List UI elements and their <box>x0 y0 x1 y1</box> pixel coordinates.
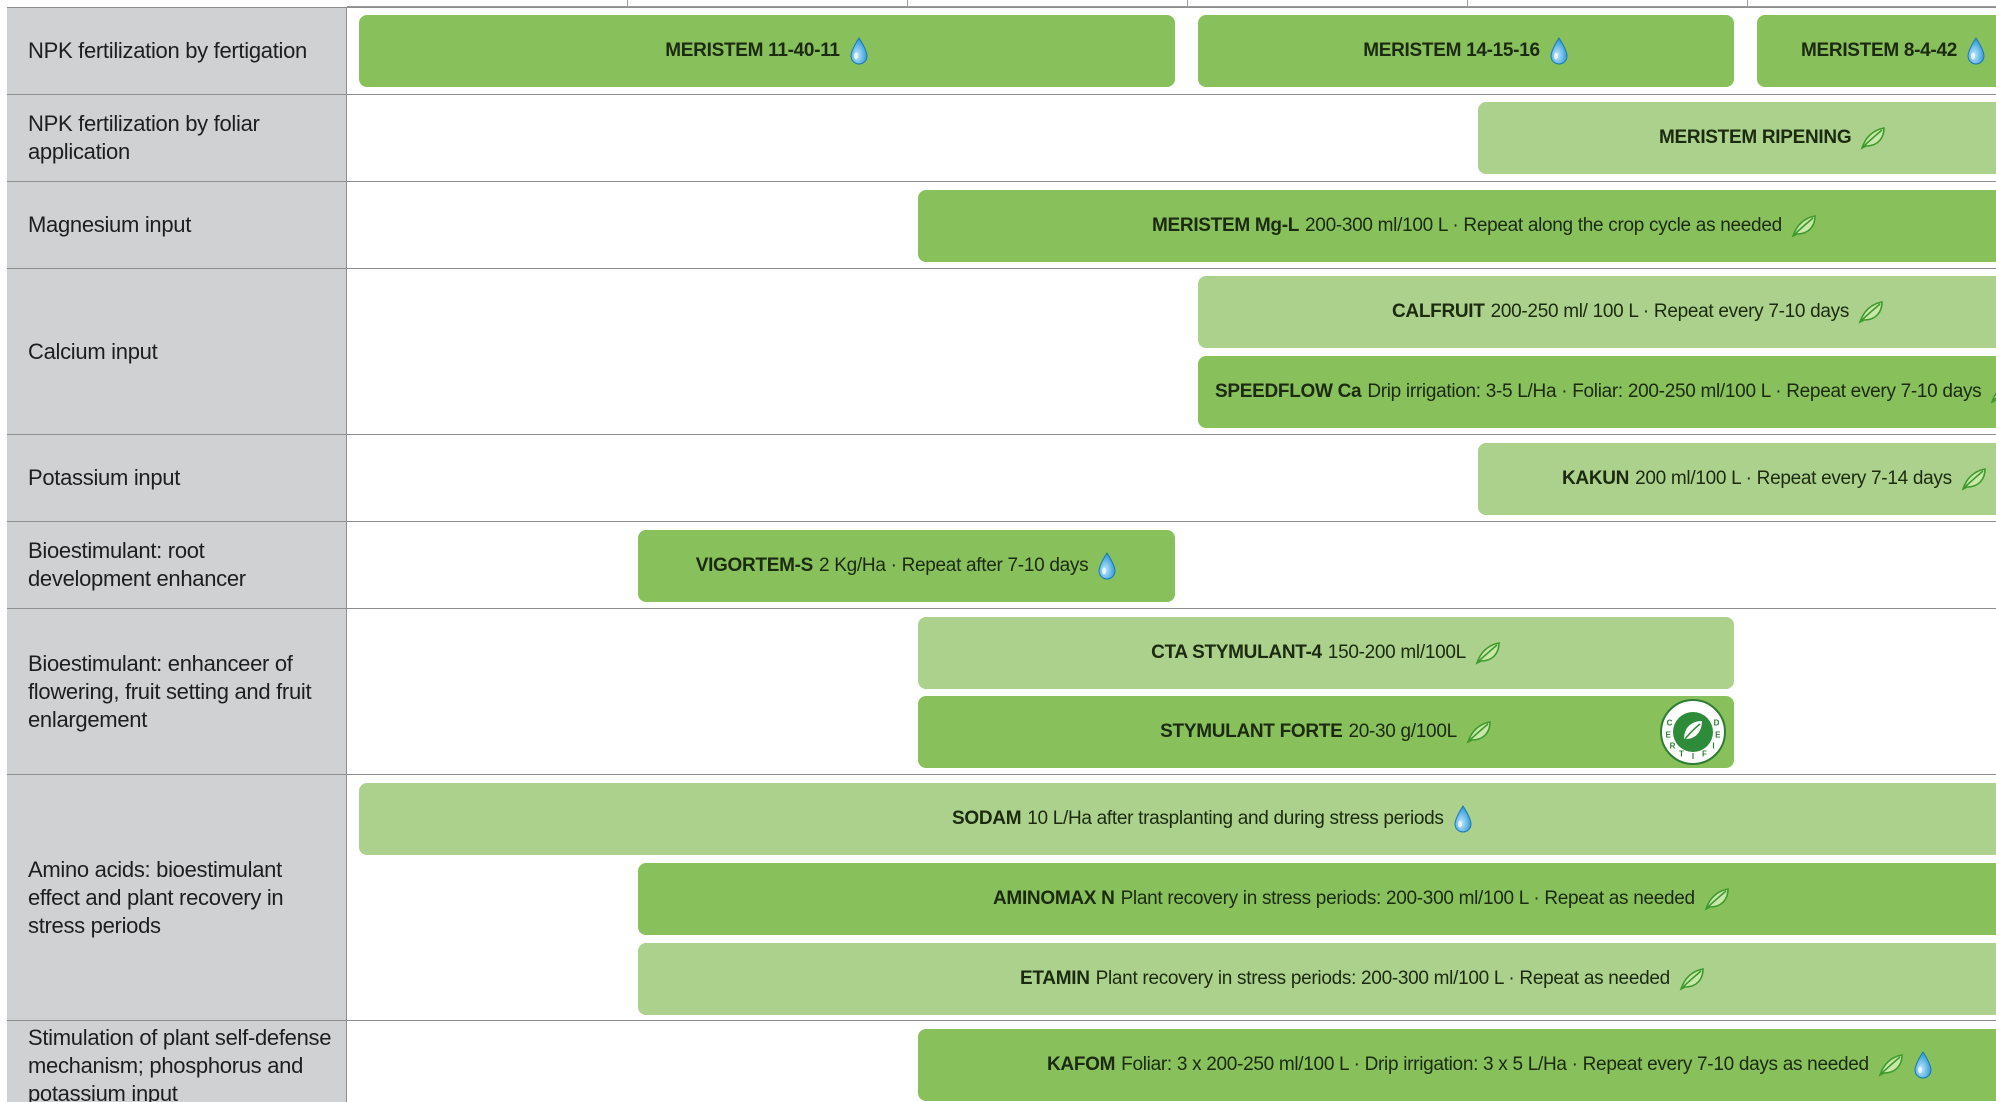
timeline-tick <box>907 0 908 7</box>
product-dosage: Plant recovery in stress periods: 200-30… <box>1120 888 1696 909</box>
product-name: SPEEDFLOW Ca <box>1215 381 1362 402</box>
certified-badge-icon: CERTIFIED <box>1660 699 1726 765</box>
product-bar-cta-stymulant-4: CTA STYMULANT-4 150-200 ml/100L <box>918 617 1734 689</box>
svg-text:E: E <box>1666 730 1672 739</box>
product-dosage: 20-30 g/100L <box>1348 721 1457 742</box>
product-dosage: 10 L/Ha after trasplanting and during st… <box>1027 808 1444 829</box>
product-bar-meristem-14-15-16: MERISTEM 14-15-16 <box>1198 15 1734 87</box>
product-bar-vigortem-s: VIGORTEM-S 2 Kg/Ha · Repeat after 7-10 da… <box>638 530 1175 602</box>
row-label-cell: NPK fertilization by fertigation <box>7 8 347 94</box>
product-bar-meristem-ripening: MERISTEM RIPENING <box>1478 102 1996 174</box>
fertigation-drop-icon <box>1097 552 1117 580</box>
row-label-cell: Bioestimulant: enhanceer of flowering, f… <box>7 609 347 774</box>
product-dosage: 200-250 ml/ 100 L · Repeat every 7-10 da… <box>1490 301 1850 322</box>
product-dosage: 200-300 ml/100 L · Repeat along the crop… <box>1305 215 1782 236</box>
svg-text:D: D <box>1714 719 1720 728</box>
row-label: NPK fertilization by foliar application <box>28 111 260 164</box>
row-label: Bioestimulant: root development enhancer <box>28 538 246 591</box>
product-name: CALFRUIT <box>1392 301 1485 322</box>
svg-text:F: F <box>1702 749 1707 758</box>
row-label: Potassium input <box>28 465 181 490</box>
product-name: MERISTEM Mg-L <box>1152 215 1300 236</box>
row-label: Calcium input <box>28 338 158 364</box>
fertigation-drop-icon <box>1453 805 1473 833</box>
product-dosage: Foliar: 3 x 200-250 ml/100 L · Drip irri… <box>1121 1054 1869 1075</box>
foliar-leaf-icon <box>1990 380 1996 404</box>
product-bar-etamin: ETAMIN Plant recovery in stress periods: … <box>638 943 1996 1015</box>
product-bar-speedflow-ca: SPEEDFLOW Ca Drip irrigation: 3-5 L/Ha · … <box>1198 356 1996 428</box>
foliar-leaf-icon <box>1679 967 1705 991</box>
timeline-tick <box>1747 0 1748 7</box>
row-label-cell: Amino acids: bioestimulant effect and pl… <box>7 775 347 1020</box>
product-bar-meristem-11-40-11: MERISTEM 11-40-11 <box>359 15 1175 87</box>
product-bar-meristem-mg-l: MERISTEM Mg-L 200-300 ml/100 L · Repeat a… <box>918 190 1996 262</box>
foliar-leaf-icon <box>1704 887 1730 911</box>
product-bar-calfruit: CALFRUIT 200-250 ml/ 100 L · Repeat every… <box>1198 276 1996 348</box>
left-margin <box>0 0 7 1102</box>
svg-text:T: T <box>1679 749 1684 758</box>
svg-text:E: E <box>1715 730 1721 739</box>
svg-text:C: C <box>1667 719 1673 728</box>
product-bar-sodam: SODAM 10 L/Ha after trasplanting and duri… <box>359 783 1996 855</box>
product-bar-kafom: KAFOM Foliar: 3 x 200-250 ml/100 L · Drip… <box>918 1029 1996 1101</box>
product-name: MERISTEM RIPENING <box>1659 127 1852 148</box>
product-name: CTA STYMULANT-4 <box>1151 642 1322 663</box>
product-dosage: 150-200 ml/100L <box>1327 642 1466 663</box>
product-name: STYMULANT FORTE <box>1160 721 1343 742</box>
product-dosage: 2 Kg/Ha · Repeat after 7-10 days <box>819 555 1089 576</box>
fertigation-drop-icon <box>1549 37 1569 65</box>
row-label-cell: Magnesium input <box>7 182 347 268</box>
timeline-tick <box>627 0 628 7</box>
foliar-leaf-icon <box>1466 720 1492 744</box>
product-name: MERISTEM 14-15-16 <box>1363 40 1540 61</box>
row-label-cell: Stimulation of plant self-defense mechan… <box>7 1021 347 1102</box>
fertigation-drop-icon <box>1913 1051 1933 1079</box>
product-name: ETAMIN <box>1020 968 1090 989</box>
fertigation-drop-icon <box>1966 37 1986 65</box>
product-name: VIGORTEM-S <box>695 555 814 576</box>
foliar-leaf-icon <box>1878 1053 1904 1077</box>
product-bar-stymulant-forte: STYMULANT FORTE 20-30 g/100L C E R T I F I E D <box>918 696 1734 768</box>
row-label: Bioestimulant: enhanceer of flowering, f… <box>28 650 312 732</box>
foliar-leaf-icon <box>1961 467 1987 491</box>
row-label-cell: NPK fertilization by foliar application <box>7 95 347 181</box>
product-name: SODAM <box>952 808 1022 829</box>
row-label-cell: Bioestimulant: root development enhancer <box>7 522 347 608</box>
foliar-leaf-icon <box>1475 641 1501 665</box>
product-bar-meristem-8-4-42: MERISTEM 8-4-42 <box>1757 15 1996 87</box>
product-bar-aminomax-n: AMINOMAX N Plant recovery in stress perio… <box>638 863 1996 935</box>
row-label: NPK fertilization by fertigation <box>28 38 307 63</box>
row-label-cell: Calcium input <box>7 269 347 434</box>
product-dosage: 200 ml/100 L · Repeat every 7-14 days <box>1635 468 1952 489</box>
row-label: Amino acids: bioestimulant effect and pl… <box>28 856 284 938</box>
svg-text:R: R <box>1670 741 1676 750</box>
product-name: KAFOM <box>1047 1054 1116 1075</box>
fertilization-program-table: NPK fertilization by fertigation NPK fer… <box>0 0 1996 1102</box>
row-label: Stimulation of plant self-defense mechan… <box>28 1024 332 1102</box>
fertigation-drop-icon <box>849 37 869 65</box>
svg-text:I: I <box>1692 752 1694 761</box>
product-name: MERISTEM 11-40-11 <box>665 40 840 61</box>
product-bar-kakun: KAKUN 200 ml/100 L · Repeat every 7-14 da… <box>1478 443 1996 515</box>
product-name: AMINOMAX N <box>993 888 1115 909</box>
product-dosage: Plant recovery in stress periods: 200-30… <box>1095 968 1671 989</box>
foliar-leaf-icon <box>1858 300 1884 324</box>
timeline-tick <box>1187 0 1188 7</box>
product-dosage: Drip irrigation: 3-5 L/Ha · Foliar: 200-… <box>1367 381 1982 402</box>
svg-text:I: I <box>1712 741 1714 750</box>
foliar-leaf-icon <box>1860 126 1886 150</box>
foliar-leaf-icon <box>1791 214 1817 238</box>
row-label-cell: Potassium input <box>7 435 347 521</box>
product-name: KAKUN <box>1562 468 1630 489</box>
timeline-tick <box>1467 0 1468 7</box>
row-label: Magnesium input <box>28 212 192 237</box>
product-name: MERISTEM 8-4-42 <box>1801 40 1957 61</box>
